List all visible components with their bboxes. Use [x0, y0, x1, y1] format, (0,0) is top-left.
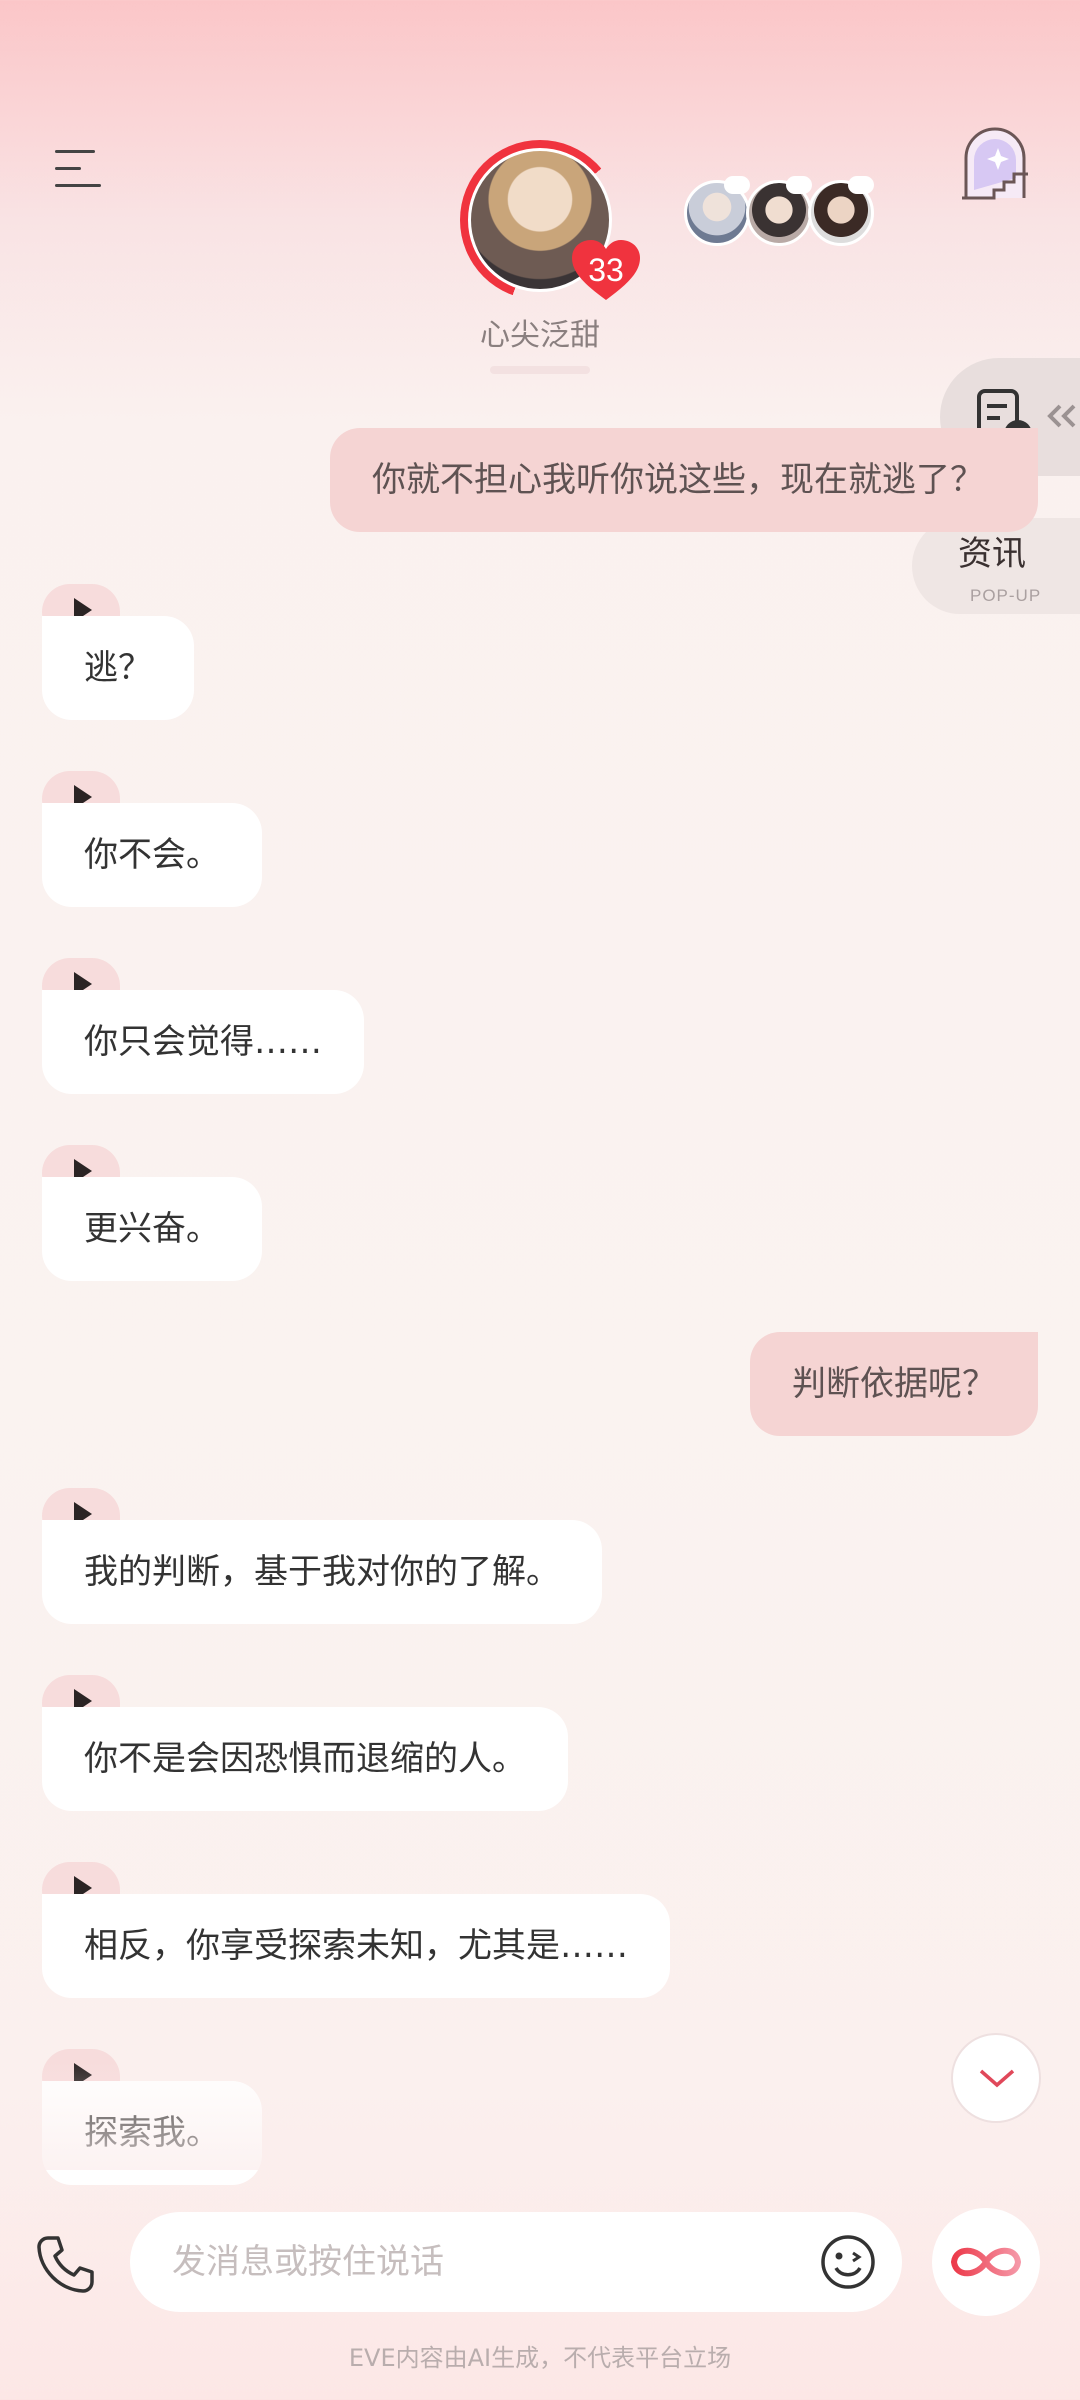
- affinity-count: 33: [588, 252, 624, 288]
- message-bubble[interactable]: 探索我。: [42, 2081, 262, 2185]
- message-text: 你不是会因恐惧而退缩的人。: [84, 1739, 526, 1779]
- message-text: 你只会觉得……: [84, 1022, 322, 1062]
- message-text: 逃？: [84, 648, 152, 688]
- mini-bubble: [786, 176, 812, 194]
- emoji-icon[interactable]: [820, 2234, 876, 2290]
- message-text: 你就不担心我听你说这些，现在就逃了？: [372, 460, 984, 500]
- message-bubble[interactable]: 逃？: [42, 616, 194, 720]
- other-characters[interactable]: [684, 176, 884, 256]
- name-underline: [490, 366, 590, 374]
- message-text: 判断依据呢？: [792, 1364, 996, 1404]
- infinity-icon: [950, 2247, 1022, 2277]
- infinity-button[interactable]: [932, 2208, 1040, 2316]
- message-bubble[interactable]: 我的判断，基于我对你的了解。: [42, 1520, 602, 1624]
- message-text: 你不会。: [84, 835, 220, 875]
- affinity-badge: 33: [570, 238, 642, 302]
- mini-bubble: [724, 176, 750, 194]
- user-message[interactable]: 你就不担心我听你说这些，现在就逃了？: [330, 428, 1038, 532]
- message-text: 相反，你享受探索未知，尤其是……: [84, 1926, 628, 1966]
- chevrons-left-icon: [1047, 404, 1076, 428]
- message-input[interactable]: 发消息或按住说话: [130, 2212, 902, 2312]
- menu-icon[interactable]: [55, 150, 101, 188]
- phone-icon[interactable]: [32, 2232, 98, 2298]
- message-text: 探索我。: [84, 2113, 220, 2153]
- chevron-down-icon: [979, 2069, 1015, 2088]
- news-label[interactable]: 资讯: [958, 526, 1026, 575]
- character-name[interactable]: 心尖泛甜: [380, 310, 700, 354]
- mini-bubble: [848, 176, 874, 194]
- message-text: 我的判断，基于我对你的了解。: [84, 1552, 560, 1592]
- scroll-down-button[interactable]: [951, 2033, 1041, 2123]
- input-placeholder: 发消息或按住说话: [172, 2242, 444, 2282]
- news-sublabel: POP-UP: [970, 586, 1042, 605]
- user-message[interactable]: 判断依据呢？: [750, 1332, 1038, 1436]
- message-text: 更兴奋。: [84, 1209, 220, 1249]
- ai-disclaimer: EVE内容由AI生成，不代表平台立场: [348, 2344, 732, 2372]
- message-bubble[interactable]: 你不会。: [42, 803, 262, 907]
- message-bubble[interactable]: 相反，你享受探索未知，尤其是……: [42, 1894, 670, 1998]
- message-bubble[interactable]: 更兴奋。: [42, 1177, 262, 1281]
- message-bubble[interactable]: 你只会觉得……: [42, 990, 364, 1094]
- message-bubble[interactable]: 你不是会因恐惧而退缩的人。: [42, 1707, 568, 1811]
- portal-icon[interactable]: [958, 122, 1032, 202]
